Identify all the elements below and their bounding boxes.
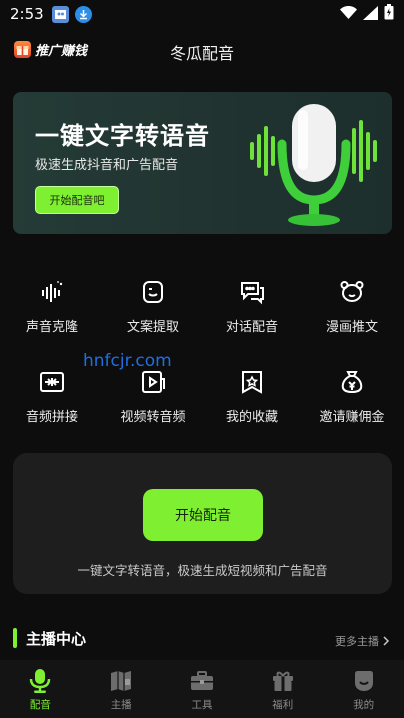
tab-tools[interactable]: 工具 xyxy=(162,660,243,718)
microphone-illustration xyxy=(250,104,377,226)
feature-label: 邀请赚佣金 xyxy=(319,410,385,425)
tab-label: 福利 xyxy=(272,699,294,711)
anchor-center-section: 主播中心 更多主播 xyxy=(0,625,404,653)
feature-my-favorites[interactable]: 我的收藏 xyxy=(202,368,302,432)
text-extract-icon xyxy=(139,278,167,306)
watermark-text: hnfcjr.com xyxy=(83,351,172,371)
gallery-app-icon xyxy=(51,5,69,23)
more-anchors-link[interactable]: 更多主播 xyxy=(335,631,390,650)
banner-start-button[interactable]: 开始配音吧 xyxy=(35,186,119,214)
feature-label: 文案提取 xyxy=(126,320,179,335)
tab-label: 主播 xyxy=(110,699,132,711)
microphone-icon xyxy=(27,668,53,694)
profile-icon xyxy=(351,668,377,694)
tab-welfare[interactable]: 福利 xyxy=(242,660,323,718)
book-icon xyxy=(108,668,134,694)
video-to-audio-icon xyxy=(139,368,167,396)
feature-grid: 声音克隆 文案提取 对话配音 漫画推文 音频拼接 视频转音频 我的收藏 邀请赚佣… xyxy=(0,278,404,438)
feature-comic-post[interactable]: 漫画推文 xyxy=(302,278,402,342)
start-dubbing-description: 一键文字转语音，极速生成短视频和广告配音 xyxy=(77,563,328,578)
more-anchors-label: 更多主播 xyxy=(335,634,379,648)
feature-text-extract[interactable]: 文案提取 xyxy=(103,278,203,342)
wifi-icon xyxy=(340,5,357,24)
tab-label: 我的 xyxy=(353,699,375,711)
feature-label: 漫画推文 xyxy=(325,320,378,335)
feature-label: 视频转音频 xyxy=(120,410,186,425)
status-time: 2:53 xyxy=(10,5,44,23)
feature-dialog-dub[interactable]: 对话配音 xyxy=(202,278,302,342)
banner-subtitle: 极速生成抖音和广告配音 xyxy=(35,158,179,173)
star-bookmark-icon xyxy=(238,368,266,396)
section-accent-bar xyxy=(13,628,17,648)
app-header: 推广赚钱 冬瓜配音 xyxy=(0,32,404,68)
tab-anchor[interactable]: 主播 xyxy=(81,660,162,718)
tab-label: 工具 xyxy=(191,699,213,711)
status-bar: 2:53 xyxy=(0,0,404,28)
feature-audio-merge[interactable]: 音频拼接 xyxy=(2,368,102,432)
signal-icon xyxy=(363,5,378,24)
audio-merge-icon xyxy=(38,368,66,396)
feature-video-to-audio[interactable]: 视频转音频 xyxy=(103,368,203,432)
toolbox-icon xyxy=(189,668,215,694)
feature-label: 对话配音 xyxy=(225,320,278,335)
gift-icon xyxy=(270,668,296,694)
download-icon xyxy=(74,5,92,23)
feature-voice-clone[interactable]: 声音克隆 xyxy=(2,278,102,342)
feature-label: 声音克隆 xyxy=(25,320,78,335)
bottom-tab-bar: 配音 主播 工具 福利 我的 xyxy=(0,660,404,718)
feature-invite-commission[interactable]: 邀请赚佣金 xyxy=(302,368,402,432)
start-dubbing-card: 开始配音 一键文字转语音，极速生成短视频和广告配音 xyxy=(13,453,392,594)
tab-mine[interactable]: 我的 xyxy=(323,660,404,718)
feature-label: 我的收藏 xyxy=(225,410,278,425)
sound-wave-icon xyxy=(38,278,66,306)
app-title: 冬瓜配音 xyxy=(169,44,234,63)
tab-dubbing[interactable]: 配音 xyxy=(0,660,81,718)
tab-label: 配音 xyxy=(29,699,51,711)
bear-face-icon xyxy=(338,278,366,306)
chevron-right-icon xyxy=(382,631,390,650)
feature-label: 音频拼接 xyxy=(25,410,78,425)
money-bag-icon xyxy=(338,368,366,396)
start-dubbing-button[interactable]: 开始配音 xyxy=(143,489,263,541)
banner-title: 一键文字转语音 xyxy=(35,122,210,150)
chat-bubbles-icon xyxy=(238,278,266,306)
section-title: 主播中心 xyxy=(26,630,87,648)
promo-banner[interactable]: 一键文字转语音 极速生成抖音和广告配音 开始配音吧 xyxy=(13,92,392,234)
battery-icon xyxy=(384,4,394,24)
